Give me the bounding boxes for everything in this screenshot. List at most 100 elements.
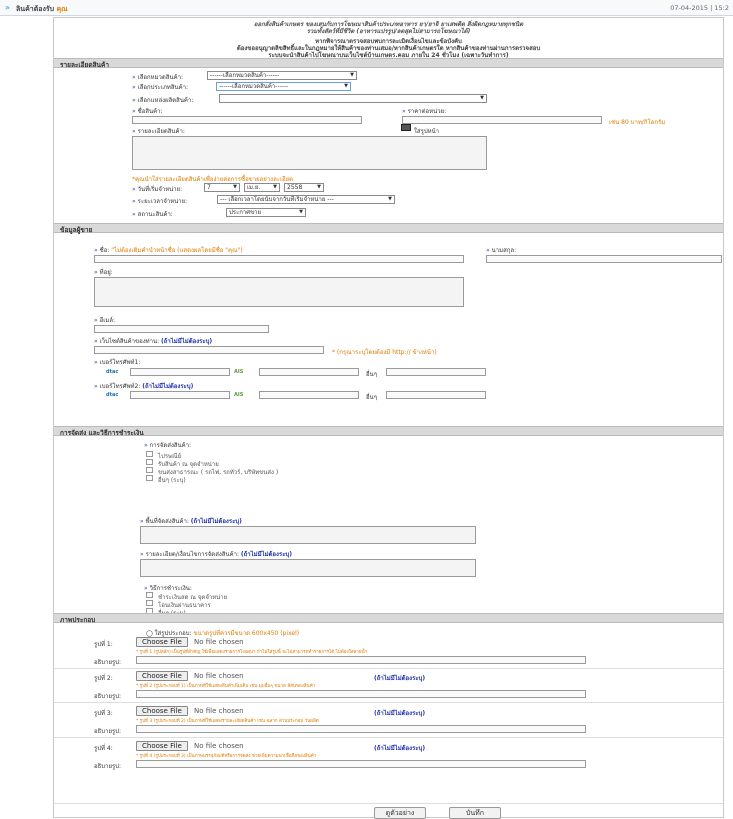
divider: [54, 668, 723, 669]
area-textarea[interactable]: [140, 526, 476, 544]
save-button[interactable]: บันทึก: [449, 807, 501, 819]
phone2-other-label: อื่นๆ: [366, 394, 377, 401]
shipping-method-label: » การจัดส่งสินค้า:: [144, 442, 192, 449]
photo3-choose-button[interactable]: Choose File: [136, 706, 188, 716]
photo1-choose-button[interactable]: Choose File: [136, 637, 188, 647]
photo2-choose-button[interactable]: Choose File: [136, 671, 188, 681]
photo4-filename: No file chosen: [194, 742, 244, 750]
phone1-label: » เบอร์โทรศัพท์1:: [94, 359, 141, 366]
price-label: » ราคาต่อหน่วย:: [402, 108, 447, 115]
photo3-optional: (ถ้าไม่มีไม่ต้องระบุ): [374, 710, 426, 717]
photo3-desc-input[interactable]: [136, 725, 586, 733]
address-textarea[interactable]: [94, 277, 464, 307]
phone1-ais-input[interactable]: [259, 368, 359, 376]
photo4-desc-input[interactable]: [136, 760, 586, 768]
start-year-select[interactable]: 2558 ▼: [284, 183, 324, 192]
divider: [54, 702, 723, 703]
phone2-ais-input[interactable]: [259, 391, 359, 399]
image-upload-icon[interactable]: [401, 124, 411, 131]
price-hint: เช่น 80 บาท/กิโลกรัม: [609, 119, 666, 126]
name-label: » ชื่อสินค้า:: [132, 108, 163, 115]
period-label: » ระยะเวลาจำหน่าย:: [132, 198, 188, 205]
product-section: รายละเอียดสินค้า » เลือกหมวดสินค้า: -----…: [54, 58, 723, 228]
shipping-checkbox[interactable]: [146, 451, 153, 457]
phone2-dtac-input[interactable]: [130, 391, 230, 399]
website-label: » เว็บไซต์สินค้าของท่าน: (ถ้าไม่มีไม่ต้อง…: [94, 338, 213, 345]
preview-button[interactable]: ดูตัวอย่าง: [374, 807, 426, 819]
type-select[interactable]: ------เลือกหมวดสินค้า------ ▼: [216, 82, 351, 91]
surname-input[interactable]: [486, 255, 722, 263]
photo1-filename: No file chosen: [194, 638, 244, 646]
photo2-filename: No file chosen: [194, 672, 244, 680]
payment-checkbox[interactable]: [146, 592, 153, 598]
upload-label: ใส่รูปหน้า: [414, 128, 440, 135]
status-select[interactable]: ประกาศขาย ▼: [226, 208, 306, 217]
chevron-down-icon: ▼: [388, 196, 392, 202]
condition-textarea[interactable]: [140, 559, 476, 577]
price-input[interactable]: [402, 116, 602, 124]
notice-line-1: ออกสั่งสินค้าเกษตร ของเสนกับการโฆษณาสินค…: [253, 21, 524, 28]
email-input[interactable]: [94, 325, 269, 333]
dtac-logo: dtac: [106, 369, 119, 375]
photo4-choose-button[interactable]: Choose File: [136, 741, 188, 751]
detail-label: » รายละเอียดสินค้า:: [132, 128, 185, 135]
shipping-option: อื่นๆ (ระบุ): [158, 477, 186, 484]
phone1-other-label: อื่นๆ: [366, 371, 377, 378]
photo1-desc-input[interactable]: [136, 656, 586, 664]
photos-section: ภาพประกอบ ◯ ใส่รูปประกอบ: ขนาดรูปที่ควรม…: [54, 613, 723, 793]
divider: [54, 737, 723, 738]
email-label: » อีเมล์:: [94, 317, 115, 324]
shipping-checkbox[interactable]: [146, 467, 153, 473]
photo1-note: * รูปที่ 1 (รูปหลัก) เป็นรูปที่สำคัญ ใช้…: [136, 650, 368, 655]
photo2-desc-input[interactable]: [136, 690, 586, 698]
photo1-label: รูปที่ 1:: [94, 641, 113, 648]
photo2-note: * รูปที่ 2 (รูปประกอบที่ 1) เป็นภาพที่ใช…: [136, 684, 316, 689]
form-container: ออกสั่งสินค้าเกษตร ของเสนกับการโฆษณาสินค…: [53, 17, 724, 819]
product-name-input[interactable]: [132, 116, 362, 124]
start-month-select[interactable]: เม.ย. ▼: [244, 183, 280, 192]
condition-label: » รายละเอียด/เงื่อนไขการจัดส่งสินค้า: (ถ้…: [140, 551, 292, 558]
phone2-other-input[interactable]: [386, 391, 486, 399]
chevron-down-icon: ▼: [273, 184, 277, 190]
seller-name-label: » ชื่อ: "ไม่ต้องเติมคำนำหน้าชื่อ (แสดงผลโ…: [94, 247, 243, 254]
shipping-section: การจัดส่ง และวิธีการชำระเงิน » การจัดส่งส…: [54, 426, 723, 617]
start-day-select[interactable]: 7 ▼: [204, 183, 240, 192]
category-label: » เลือกหมวดสินค้า:: [132, 74, 183, 81]
shipping-section-title: การจัดส่ง และวิธีการชำระเงิน: [54, 426, 723, 437]
photos-section-title: ภาพประกอบ: [54, 613, 723, 624]
page-title: ลินค้าต้องรับ คุณ: [16, 5, 68, 13]
website-hint: * (กรุณาระบุโดยต้องมี http:// ข้างหน้า): [332, 349, 437, 356]
notice-line-3: หากพิจารณาตรวจสอบพบการละเมิดเงื่อนไขและข…: [315, 38, 462, 45]
double-arrow-icon: »: [5, 3, 10, 12]
source-label: » เลือกแหล่งผลิตสินค้า:: [132, 97, 194, 104]
datetime: 07-04-2015 | 15:2: [670, 4, 729, 12]
chevron-down-icon: ▼: [344, 83, 348, 89]
website-input[interactable]: [94, 346, 324, 354]
notice-box: ออกสั่งสินค้าเกษตร ของเสนกับการโฆษณาสินค…: [54, 18, 723, 59]
photo4-label: รูปที่ 4:: [94, 745, 113, 752]
detail-textarea[interactable]: [132, 136, 487, 170]
payment-checkbox[interactable]: [146, 600, 153, 606]
period-select[interactable]: --- เลือกเวลาโดยนับจากวันที่เริ่มจำหน่าย…: [217, 195, 395, 204]
photo4-note: * รูปที่ 4 (รูปประกอบที่ 3) เป็นภาพบรรจุ…: [136, 754, 317, 759]
photo3-label: รูปที่ 3:: [94, 710, 113, 717]
shipping-checkbox[interactable]: [146, 475, 153, 481]
photo1-desc-label: อธิบายรูป:: [94, 659, 122, 666]
type-label: » เลือกประเภทสินค้า:: [132, 84, 189, 91]
area-label: » พื้นที่จัดส่งสินค้า: (ถ้าไม่มีไม่ต้องระ…: [140, 518, 242, 525]
address-label: » ที่อยู่:: [94, 269, 113, 276]
divider: [54, 803, 723, 804]
start-label: » วันที่เริ่มจำหน่าย:: [132, 186, 183, 193]
photo2-desc-label: อธิบายรูป:: [94, 693, 122, 700]
status-label: » สถานะสินค้า:: [132, 211, 173, 218]
seller-section-title: ข้อมูลผู้ขาย: [54, 223, 723, 234]
photo4-desc-label: อธิบายรูป:: [94, 763, 122, 770]
phone1-other-input[interactable]: [386, 368, 486, 376]
phone1-dtac-input[interactable]: [130, 368, 230, 376]
category-select[interactable]: ------เลือกหมวดสินค้า------ ▼: [207, 71, 357, 80]
seller-name-input[interactable]: [94, 255, 464, 263]
shipping-checkbox[interactable]: [146, 459, 153, 465]
notice-line-2: รวมทั้งสัตว์ที่มีชีวิต (อาหารแปรรูป/ลดสุ…: [306, 28, 471, 35]
notice-line-4: ต้องขออนุญาตลิขสิทธิ์และในกฎหมายให้สินค้…: [236, 45, 541, 52]
source-select[interactable]: ▼: [219, 94, 487, 103]
